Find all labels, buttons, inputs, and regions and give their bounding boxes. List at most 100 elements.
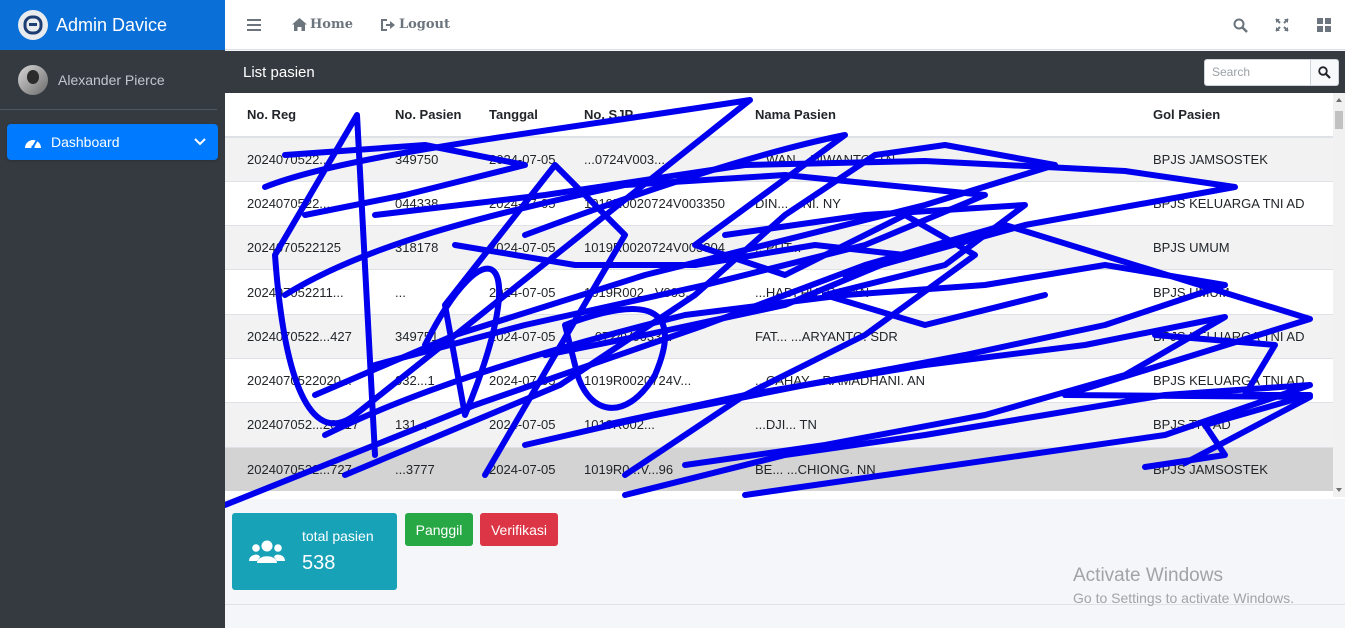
- table-row[interactable]: 202407052211...... 2024-07-05 1019R002...V…: [225, 269, 1333, 315]
- table-cell: 2024-07-05: [467, 225, 562, 270]
- table-cell: DIN... ...NI. NY: [733, 180, 1131, 226]
- table-cell: 2024-07-05: [467, 313, 562, 359]
- user-panel[interactable]: Alexander Pierce: [0, 50, 217, 110]
- table-cell: 1019R002...: [562, 402, 733, 448]
- scroll-up-icon[interactable]: [1336, 98, 1342, 102]
- table-cell: ...WAN ...DIWANTO. TN: [733, 136, 1131, 182]
- patient-list-card: List pasien No. Reg No. Pasien Tanggal N…: [225, 51, 1345, 499]
- windows-activation-watermark: Activate Windows Go to Settings to activ…: [1073, 565, 1294, 606]
- table-cell: 202407052...20017: [225, 402, 373, 448]
- table-cell: 2024-07-05: [467, 180, 562, 226]
- table-cell: 318178: [373, 225, 467, 270]
- table-row[interactable]: 2024070522...427 349751 2024-07-05 ...0724V…: [225, 313, 1333, 359]
- topbar-right-tools: [1219, 0, 1345, 50]
- table-cell: 131...: [373, 402, 467, 448]
- table-container[interactable]: No. Reg No. Pasien Tanggal No. SJP Nama …: [225, 93, 1345, 497]
- table-cell: 2024070522125: [225, 225, 373, 270]
- verify-button[interactable]: Verifikasi: [480, 513, 558, 546]
- total-patients-box: total pasien 538: [232, 513, 397, 590]
- table-cell: 1019R0020724V003304: [562, 225, 733, 270]
- table-row[interactable]: 2024070522... 044338 2024-07-05 1019R002072…: [225, 180, 1333, 226]
- table-cell: 2024-07-05: [467, 136, 562, 182]
- column-header[interactable]: No. SJP: [562, 93, 733, 138]
- logout-label: Logout: [398, 17, 451, 32]
- table-cell: 2024-07-05: [467, 446, 562, 492]
- column-header[interactable]: Gol Pasien: [1131, 93, 1333, 138]
- table-header-row: No. Reg No. Pasien Tanggal No. SJP Nama …: [225, 93, 1333, 138]
- table-cell: 202407052211...: [225, 269, 373, 315]
- sidebar-nav: Dashboard: [0, 110, 225, 160]
- table-cell: BPJS UMUM: [1131, 225, 1333, 270]
- table-scrollbar[interactable]: [1333, 93, 1345, 497]
- table-row[interactable]: 2024070522020... 032...1 2024-07-05 1019R00…: [225, 357, 1333, 403]
- table-cell: 349750: [373, 136, 467, 182]
- table-cell: 1019R002...V003...: [562, 269, 733, 315]
- table-row[interactable]: 2024070522... 349750 2024-07-05 ...0724V003…: [225, 136, 1333, 182]
- watermark-subtitle: Go to Settings to activate Windows.: [1073, 590, 1294, 606]
- sidebar-item-dashboard[interactable]: Dashboard: [7, 124, 218, 160]
- column-header[interactable]: No. Reg: [225, 93, 373, 138]
- table-cell: 2024070522020...: [225, 357, 373, 403]
- table-cell: BPJS KELUARGA TNI AD: [1131, 180, 1333, 226]
- table-cell: 044338: [373, 180, 467, 226]
- table-cell: ...0724V003...: [562, 136, 733, 182]
- card-title: List pasien: [243, 63, 315, 81]
- table-cell: ...3777: [373, 446, 467, 492]
- table-cell: 2024-07-05: [467, 269, 562, 315]
- table-cell: 2024070522...727: [225, 446, 373, 492]
- table-row[interactable]: 2024070522125 318178 2024-07-05 1019R002072…: [225, 225, 1333, 270]
- table-cell: 2024-07-05: [467, 402, 562, 448]
- scrollbar-thumb[interactable]: [1335, 111, 1343, 129]
- table-cell: BPJS JAMSOSTEK: [1131, 446, 1333, 492]
- table-cell: 1019R0020724V003350: [562, 180, 733, 226]
- user-name: Alexander Pierce: [58, 71, 165, 88]
- table-cell: BPJS UMUM: [1131, 269, 1333, 315]
- table-row[interactable]: 2024070522...727 ...3777 2024-07-05 1019R0.…: [225, 446, 1333, 492]
- table-cell: BE... ...CHIONG. NN: [733, 446, 1131, 492]
- total-patients-value: 538: [302, 552, 336, 574]
- home-icon: [292, 18, 307, 31]
- hamburger-icon[interactable]: [247, 18, 264, 31]
- top-navbar: Home Logout: [225, 0, 1345, 50]
- dashboard-icon: [23, 134, 43, 150]
- total-patients-content: total pasien 538: [302, 528, 374, 575]
- grid-icon[interactable]: [1303, 18, 1345, 32]
- search-button[interactable]: [1311, 58, 1339, 86]
- sidebar: Admin Davice Alexander Pierce Dashboard: [0, 0, 225, 628]
- home-label: Home: [310, 17, 353, 32]
- brand-link[interactable]: Admin Davice: [0, 0, 225, 50]
- chevron-down-icon: [194, 138, 206, 146]
- table-cell: BPJS KELUARGA TNI AD: [1131, 357, 1333, 403]
- table-cell: BPJS TNI AD: [1131, 402, 1333, 448]
- logout-link[interactable]: Logout: [380, 17, 451, 32]
- table-cell: ...HADI PUTRA. AN: [733, 269, 1131, 315]
- card-header: List pasien: [225, 51, 1345, 93]
- users-icon: [232, 539, 302, 565]
- column-header[interactable]: Nama Pasien: [733, 93, 1131, 138]
- scroll-down-icon[interactable]: [1336, 488, 1342, 492]
- column-header[interactable]: Tanggal: [467, 93, 562, 138]
- table-cell: 2024070522...: [225, 180, 373, 226]
- table-search: [1204, 58, 1339, 86]
- table-cell: 2024070522...427: [225, 313, 373, 359]
- brand-title: Admin Davice: [56, 14, 168, 35]
- column-header[interactable]: No. Pasien: [373, 93, 467, 138]
- patient-table: No. Reg No. Pasien Tanggal No. SJP Nama …: [225, 93, 1333, 492]
- table-cell: 1019R0...V...96: [562, 446, 733, 492]
- search-icon[interactable]: [1219, 18, 1261, 33]
- table-row[interactable]: 202407052...20017 131... 2024-07-05 1019R00…: [225, 402, 1333, 448]
- sidebar-item-label: Dashboard: [51, 134, 120, 150]
- brand-logo-icon: [18, 10, 48, 40]
- table-cell: BPJS KELUARGA TNI AD: [1131, 313, 1333, 359]
- table-cell: FAT... ...ARYANTO. SDR: [733, 313, 1131, 359]
- logout-icon: [380, 18, 395, 31]
- table-cell: 349751: [373, 313, 467, 359]
- expand-icon[interactable]: [1261, 18, 1303, 32]
- home-link[interactable]: Home: [292, 17, 353, 32]
- avatar: [18, 64, 48, 95]
- search-input[interactable]: [1204, 58, 1311, 86]
- call-button[interactable]: Panggil: [405, 513, 473, 546]
- table-cell: 2024070522...: [225, 136, 373, 182]
- watermark-title: Activate Windows: [1073, 565, 1223, 586]
- table-cell: ...0724V0033...: [562, 313, 733, 359]
